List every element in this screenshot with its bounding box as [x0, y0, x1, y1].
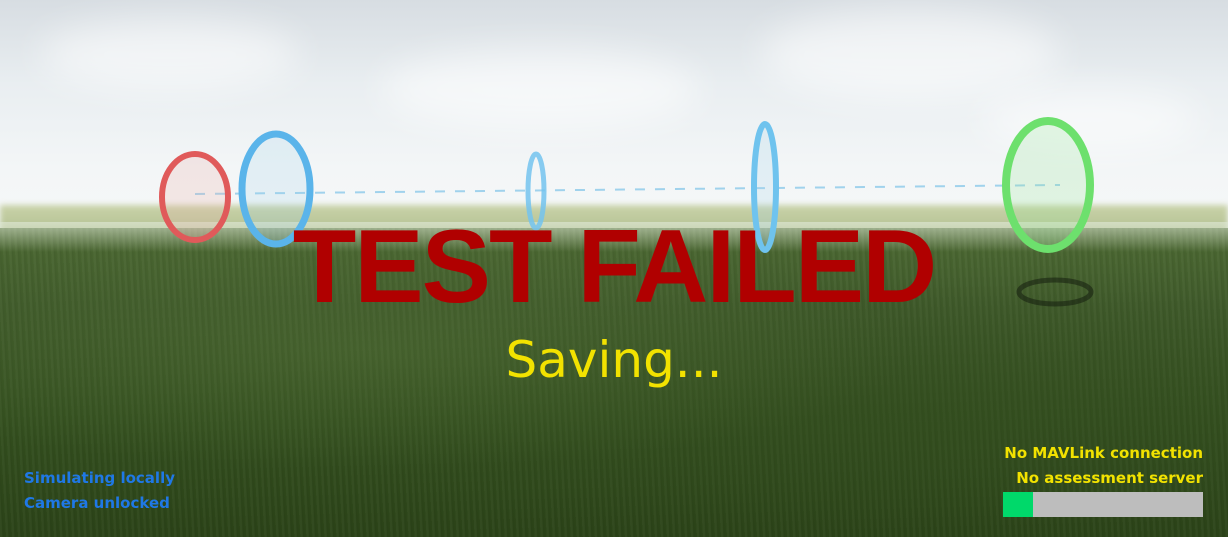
hud-left-panel: Simulating locally Camera unlocked — [24, 466, 175, 516]
hud-right-panel: No MAVLink connection No assessment serv… — [1004, 441, 1203, 491]
simulation-mode-label: Simulating locally — [24, 469, 175, 487]
saving-status: Saving... — [505, 331, 723, 389]
camera-state-label: Camera unlocked — [24, 494, 170, 512]
assessment-status-label: No assessment server — [1016, 469, 1203, 487]
progress-bar — [1003, 492, 1203, 517]
mavlink-status-label: No MAVLink connection — [1004, 444, 1203, 462]
game-viewport[interactable]: TEST FAILED Saving... Simulating locally… — [0, 0, 1228, 537]
progress-bar-fill — [1003, 492, 1033, 517]
test-result-title: TEST FAILED — [292, 209, 937, 325]
flight-path-line — [194, 184, 1061, 195]
